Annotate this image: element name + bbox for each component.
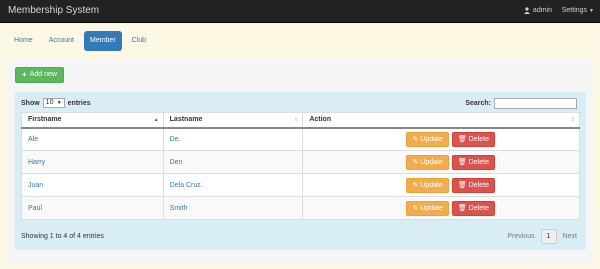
firstname-cell: Ale	[21, 127, 164, 151]
lastname-cell: Dela Cruz.	[162, 173, 304, 197]
user-menu[interactable]: admin	[523, 7, 552, 14]
action-cell: ✎ Update 🗑 Delete	[302, 150, 580, 174]
action-cell: ✎ Update 🗑 Delete	[302, 127, 580, 151]
delete-button[interactable]: 🗑 Delete	[451, 131, 495, 147]
search-control: Search:	[465, 98, 577, 109]
app-brand[interactable]: Membership System	[8, 5, 99, 16]
page-size-select[interactable]: 10 ▼	[42, 98, 65, 108]
column-header-firstname[interactable]: Firstname ▲	[21, 112, 164, 129]
edit-icon: ✎	[412, 205, 419, 212]
page-size-control: Show 10 ▼ entries	[21, 98, 91, 108]
user-name: admin	[532, 7, 552, 14]
previous-page-button[interactable]: Previous	[507, 233, 534, 240]
firstname-cell: Harry	[21, 150, 164, 174]
members-table-panel: Show 10 ▼ entries Search: Firstname ▲ Las…	[15, 92, 586, 250]
lastname-cell: De.	[162, 127, 304, 151]
sort-icon: ⇕	[294, 117, 299, 123]
lastname-cell: Smith	[162, 196, 304, 220]
edit-icon: ✎	[412, 182, 419, 189]
column-header-lastname[interactable]: Lastname ⇕	[162, 112, 304, 129]
sort-icon: ⇕	[570, 117, 575, 123]
pagination: Previous 1 Next	[507, 229, 577, 244]
action-cell: ✎ Update 🗑 Delete	[302, 196, 580, 220]
update-button[interactable]: ✎ Update	[406, 177, 449, 193]
table-header-row: Firstname ▲ Lastname ⇕ Action ⇕	[21, 112, 580, 129]
sort-asc-icon: ▲	[153, 117, 159, 123]
trash-icon: 🗑	[457, 136, 467, 144]
trash-icon: 🗑	[457, 159, 467, 166]
table-row: Ale De. ✎ Update 🗑 Delete	[21, 127, 580, 151]
lastname-cell: Den	[162, 150, 304, 174]
edit-icon: ✎	[412, 159, 419, 166]
trash-icon: 🗑	[457, 205, 467, 212]
tab-home[interactable]: Home	[8, 31, 39, 51]
table-row: Paul Smith ✎ Update 🗑 Delete	[21, 196, 580, 220]
firstname-cell: Paul	[21, 196, 164, 220]
content-card: + Add new Show 10 ▼ entries Search: Firs…	[8, 59, 594, 265]
action-cell: ✎ Update 🗑 Delete	[302, 173, 580, 197]
caret-down-icon: ▼	[589, 7, 594, 14]
update-button[interactable]: ✎ Update	[406, 200, 449, 216]
add-new-label: Add new	[29, 71, 57, 78]
tab-member[interactable]: Member	[83, 31, 122, 51]
tab-club[interactable]: Club	[126, 31, 152, 51]
table-info: Showing 1 to 4 of 4 entries	[21, 233, 104, 240]
column-header-action[interactable]: Action ⇕	[302, 112, 580, 129]
table-row: Juan Dela Cruz. ✎ Update 🗑 Delete	[21, 173, 580, 197]
chevron-down-icon: ▼	[56, 100, 62, 106]
update-button[interactable]: ✎ Update	[406, 131, 449, 147]
delete-button[interactable]: 🗑 Delete	[451, 177, 495, 193]
top-navbar: Membership System admin Settings ▼	[0, 0, 600, 23]
show-label: Show	[21, 99, 40, 107]
delete-button[interactable]: 🗑 Delete	[451, 154, 495, 170]
user-icon	[523, 7, 530, 14]
add-new-button[interactable]: + Add new	[15, 67, 64, 83]
tab-account[interactable]: Account	[43, 31, 80, 51]
delete-button[interactable]: 🗑 Delete	[451, 200, 495, 216]
trash-icon: 🗑	[457, 182, 467, 189]
table-row: Harry Den ✎ Update 🗑 Delete	[21, 150, 580, 174]
search-input[interactable]	[494, 98, 577, 109]
members-table: Firstname ▲ Lastname ⇕ Action ⇕ Ale De. ✎ Up…	[21, 112, 580, 220]
page-size-value: 10	[45, 99, 54, 106]
update-button[interactable]: ✎ Update	[406, 154, 449, 170]
firstname-cell: Juan	[21, 173, 164, 197]
settings-label: Settings	[561, 7, 588, 14]
entries-label: entries	[67, 99, 91, 107]
search-label: Search:	[465, 100, 491, 107]
edit-icon: ✎	[412, 136, 419, 144]
page-1-button[interactable]: 1	[540, 229, 557, 244]
settings-menu[interactable]: Settings ▼	[562, 7, 594, 14]
next-page-button[interactable]: Next	[563, 233, 577, 240]
main-tabs: Home Account Member Club	[8, 31, 152, 51]
plus-icon: +	[22, 70, 27, 79]
